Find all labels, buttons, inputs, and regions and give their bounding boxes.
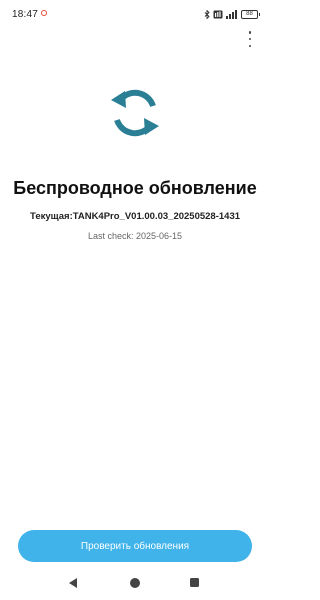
check-updates-button[interactable]: Проверить обновления [18, 530, 252, 562]
more-vert-dot [248, 37, 252, 41]
more-vert-icon [248, 31, 252, 34]
notification-dot-icon [41, 10, 47, 16]
last-check-text: Last check: 2025-06-15 [87, 231, 183, 241]
sync-arrows-icon [108, 86, 162, 140]
current-version-text: Текущая:TANK4Pro_V01.00.03_20250528-1431 [29, 211, 241, 222]
navigation-bar [0, 572, 270, 596]
cellular-signal-icon [226, 9, 238, 19]
status-bar: 18:47 88 [0, 0, 270, 28]
bluetooth-icon [204, 9, 210, 19]
nav-back-icon[interactable] [69, 578, 77, 588]
ota-update-screen: 18:47 88 Беспроводное обновление Текущая… [0, 0, 270, 600]
more-vert-dot [248, 44, 252, 47]
status-time: 18:47 [12, 9, 39, 20]
battery-icon: 88 [241, 9, 260, 19]
signal-hd-icon [213, 10, 223, 19]
nav-recents-icon[interactable] [190, 578, 199, 587]
page-title: Беспроводное обновление [13, 178, 257, 198]
nav-home-icon[interactable] [130, 578, 140, 588]
status-icons: 88 [204, 8, 260, 20]
more-options-button[interactable] [244, 30, 256, 48]
